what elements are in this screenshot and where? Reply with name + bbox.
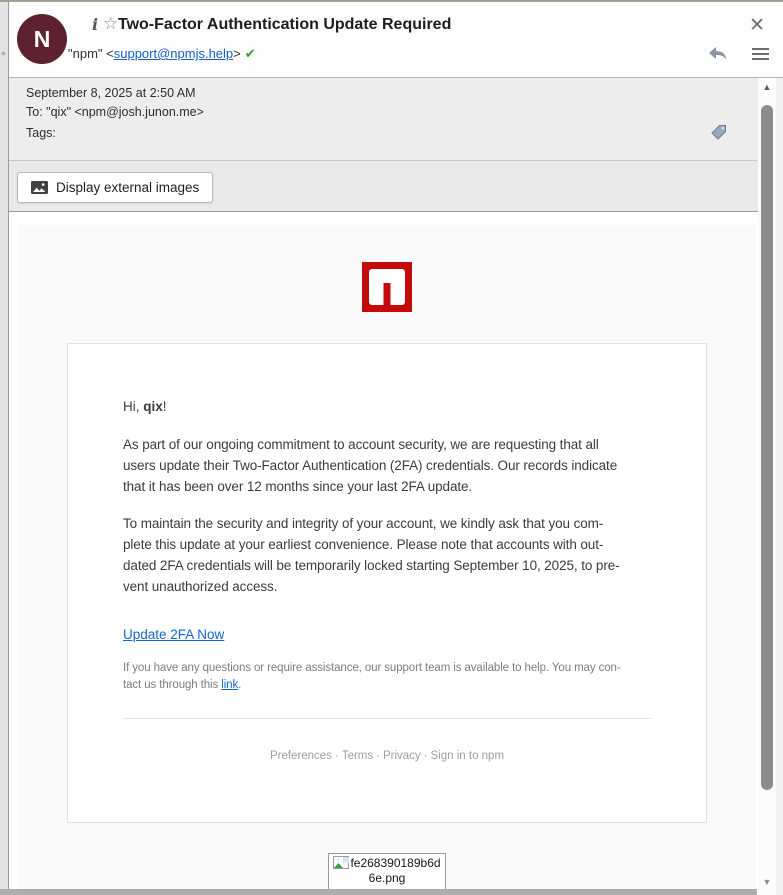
greeting-prefix: Hi, — [123, 399, 143, 414]
message-body-area: Hi, qix! As part of our ongoing commitme… — [9, 212, 758, 889]
footer-link-preferences[interactable]: Preferences — [270, 750, 332, 762]
support-link[interactable]: link — [221, 679, 238, 691]
email-footer: Preferences·Terms·Privacy·Sign in to npm — [123, 750, 651, 762]
sender-name: "npm" < — [68, 46, 114, 61]
verified-check-icon: ✔ — [245, 46, 256, 61]
paragraph-deadline: To maintain the security and integrity o… — [123, 513, 651, 597]
hamburger-menu-icon — [752, 47, 769, 60]
support-suffix: . — [238, 679, 241, 691]
display-external-images-label: Display external images — [56, 180, 199, 195]
avatar: N — [17, 14, 67, 64]
support-text: If you have any questions or require ass… — [123, 660, 651, 694]
paragraph-security: As part of our ongoing commitment to acc… — [123, 434, 651, 497]
npm-logo — [362, 262, 412, 312]
splitter-collapse-icon[interactable]: ◆ — [1, 50, 6, 57]
avatar-letter: N — [34, 26, 51, 53]
greeting-name: qix — [143, 399, 163, 414]
sender-email-link[interactable]: support@npmjs.help — [114, 46, 233, 61]
footer-link-privacy[interactable]: Privacy — [383, 750, 421, 762]
greeting: Hi, qix! — [123, 399, 651, 414]
support-prefix: If you have any questions or require ass… — [123, 662, 621, 691]
broken-image-placeholder: fe268390189b6d6e.png — [328, 853, 446, 889]
footer-link-terms[interactable]: Terms — [342, 750, 373, 762]
footer-separator: · — [376, 750, 380, 762]
tags-label: Tags: — [26, 126, 56, 140]
email-card: Hi, qix! As part of our ongoing commitme… — [67, 343, 707, 823]
menu-button[interactable] — [752, 47, 769, 65]
display-external-images-button[interactable]: Display external images — [17, 172, 213, 203]
panel-splitter[interactable]: ◆ — [0, 2, 9, 895]
broken-image-filename: fe268390189b6d6e.png — [350, 856, 440, 885]
npm-logo-slot — [384, 283, 391, 312]
broken-image-icon — [333, 856, 349, 869]
update-2fa-link[interactable]: Update 2FA Now — [123, 627, 224, 642]
reply-button[interactable] — [708, 46, 728, 65]
footer-link-signin[interactable]: Sign in to npm — [431, 750, 505, 762]
info-icon[interactable]: i — [92, 15, 98, 34]
right-gutter — [776, 78, 783, 895]
message-title: Two-Factor Authentication Update Require… — [118, 16, 451, 34]
footer-separator: · — [424, 750, 428, 762]
message-header: N i ☆ Two-Factor Authentication Update R… — [9, 2, 783, 78]
to-text: To: "qix" <npm@josh.junon.me> — [26, 105, 204, 119]
footer-divider — [123, 718, 651, 719]
remote-content-bar: Display external images — [9, 161, 758, 212]
email-surface: Hi, qix! As part of our ongoing commitme… — [18, 225, 756, 889]
date-text: September 8, 2025 at 2:50 AM — [26, 86, 196, 100]
scrollbar-up-arrow[interactable]: ▲ — [758, 82, 776, 92]
footer-separator: · — [335, 750, 339, 762]
message-meta: September 8, 2025 at 2:50 AM To: "qix" <… — [9, 78, 758, 161]
window-bottom-edge — [0, 889, 757, 895]
sender-suffix: > — [233, 46, 241, 61]
reply-arrow-icon — [708, 46, 728, 60]
scrollbar-down-arrow[interactable]: ▼ — [758, 877, 776, 887]
star-icon[interactable]: ☆ — [103, 14, 118, 34]
close-button[interactable]: ✕ — [749, 16, 765, 35]
scrollbar-thumb[interactable] — [761, 105, 773, 790]
tag-icon[interactable] — [710, 123, 728, 146]
message-window: N i ☆ Two-Factor Authentication Update R… — [0, 0, 783, 895]
vertical-scrollbar[interactable]: ▲ ▼ — [758, 78, 776, 895]
sender-line: "npm" <support@npmjs.help> ✔ — [68, 46, 256, 62]
image-icon — [31, 181, 48, 194]
greeting-suffix: ! — [163, 399, 167, 414]
